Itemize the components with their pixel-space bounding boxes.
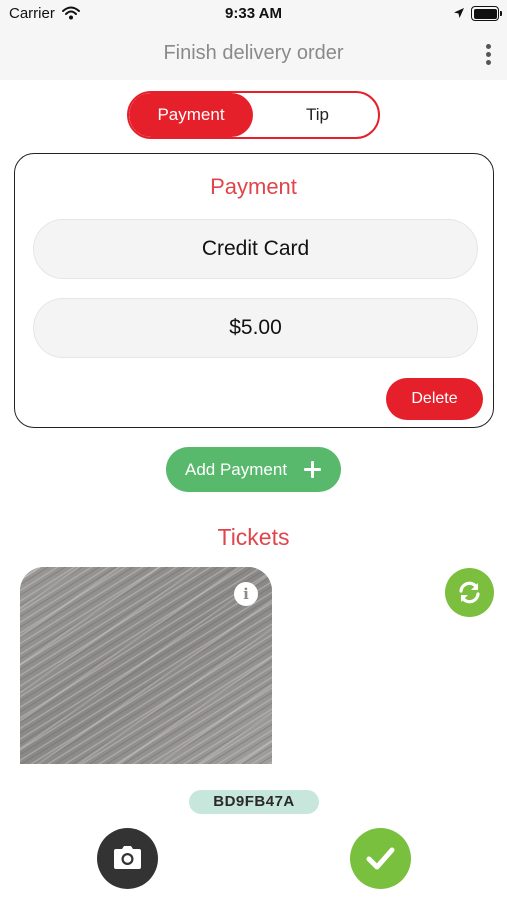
payment-method-field[interactable]: Credit Card: [33, 219, 478, 279]
tab-tip[interactable]: Tip: [257, 93, 378, 137]
payment-card-title: Payment: [210, 174, 297, 199]
more-vertical-icon[interactable]: [480, 42, 498, 68]
location-arrow-icon: [454, 8, 464, 18]
payment-amount-field[interactable]: $5.00: [33, 298, 478, 358]
refresh-icon: [459, 581, 480, 604]
plus-icon: [304, 461, 321, 478]
status-time: 9:33 AM: [225, 5, 282, 22]
checkmark-icon: [366, 847, 395, 870]
tab-payment[interactable]: Payment: [129, 93, 253, 137]
tickets-title: Tickets: [217, 524, 290, 550]
ticket-code-badge: BD9FB47A: [189, 790, 319, 814]
battery-icon: [471, 6, 502, 21]
add-payment-button[interactable]: Add Payment: [166, 447, 341, 492]
confirm-button[interactable]: [350, 828, 411, 889]
add-payment-label: Add Payment: [185, 460, 288, 479]
payment-tip-segmented-control: Payment Tip: [127, 91, 380, 139]
refresh-button[interactable]: [445, 568, 494, 617]
payment-card: Payment Credit Card $5.00 Delete: [14, 153, 494, 428]
status-bar: Carrier 9:33 AM: [0, 0, 507, 28]
page-title: Finish delivery order: [163, 42, 344, 64]
delete-payment-button[interactable]: Delete: [386, 378, 483, 420]
info-icon[interactable]: i: [234, 582, 258, 606]
navigation-bar: Finish delivery order: [0, 28, 507, 80]
camera-icon: [114, 846, 141, 869]
camera-button[interactable]: [97, 828, 158, 889]
